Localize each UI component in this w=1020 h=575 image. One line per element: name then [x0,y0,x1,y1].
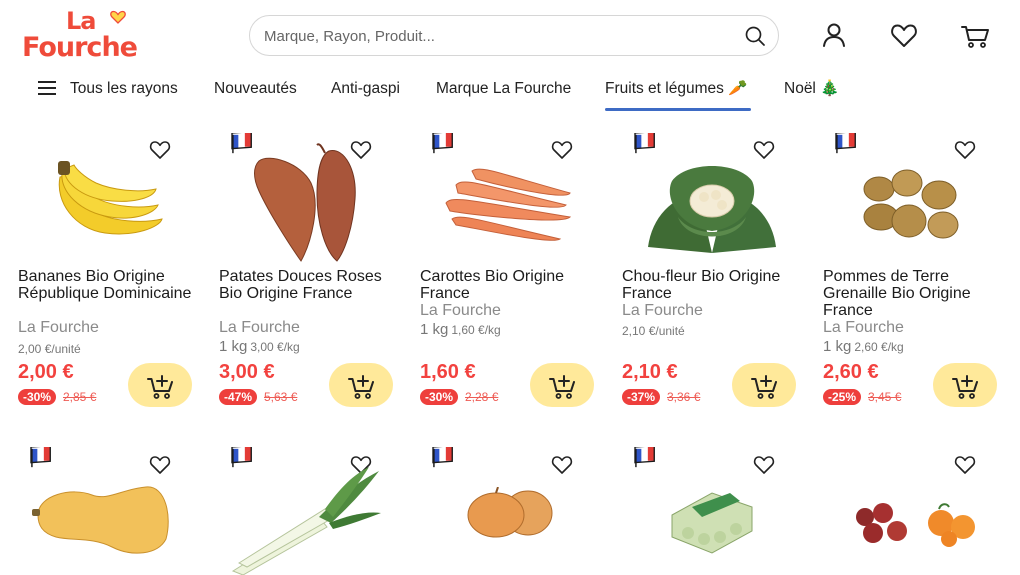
product-card-oeufs[interactable] [622,447,812,575]
product-brand: La Fourche [823,319,904,336]
add-to-cart-button[interactable] [530,363,594,407]
logo-line2: Fourche [22,32,138,63]
account-icon[interactable] [819,20,849,50]
france-flag-icon [634,133,655,154]
sweet-potato-image [254,143,356,262]
nav-all-departments[interactable]: Tous les rayons [70,78,178,100]
favorite-heart-icon[interactable] [953,138,977,162]
product-price: 2,60 € [823,361,879,383]
add-to-cart-button[interactable] [732,363,796,407]
product-card-oignons[interactable] [420,447,610,575]
france-flag-icon [231,447,252,468]
quantity-value: 1 kg [420,321,449,338]
category-nav: Tous les rayons Nouveautés Anti-gaspi Ma… [0,72,1020,112]
product-quantity: 1 kg 2,60 €/kg [823,338,904,355]
product-unit-price: 1,60 €/kg [451,323,501,337]
france-flag-icon [432,133,453,154]
onion-image [467,487,553,538]
product-price: 3,00 € [219,361,275,383]
potato-image [863,169,959,239]
product-card-carottes[interactable]: Carottes Bio Origine France La Fourche 1… [420,133,610,425]
favorites-heart-icon[interactable] [889,20,919,50]
favorite-heart-icon[interactable] [550,138,574,162]
product-brand: La Fourche [420,302,501,319]
product-unit-price: 2,60 €/kg [854,340,904,354]
add-to-cart-icon [147,375,173,399]
carrot-image [445,168,572,241]
product-name[interactable]: Pommes de Terre Grenaille Bio Origine Fr… [823,268,1008,319]
favorite-heart-icon[interactable] [148,453,172,477]
search-input[interactable] [264,24,734,48]
product-card-poireaux[interactable] [219,447,409,575]
product-card-pommes-de-terre[interactable]: Pommes de Terre Grenaille Bio Origine Fr… [823,133,1013,425]
discount-badge: -30% [420,389,459,405]
add-to-cart-icon [549,375,575,399]
favorite-heart-icon[interactable] [953,453,977,477]
product-quantity: 1 kg 1,60 €/kg [420,321,501,338]
logo-line1: La [66,7,96,35]
header: La Fourche [0,0,1020,70]
search-bar [249,15,779,56]
france-flag-icon [432,447,453,468]
quantity-value: 1 kg [823,338,852,355]
old-price: 5,63 € [264,390,298,404]
add-to-cart-icon [751,375,777,399]
add-to-cart-button[interactable] [128,363,192,407]
nav-item-noel[interactable]: Noël 🎄 [784,78,839,100]
leek-image [231,467,381,575]
nav-item-marque-la-fourche[interactable]: Marque La Fourche [436,78,571,100]
product-price: 2,00 € [18,361,74,383]
product-brand: La Fourche [18,319,99,336]
product-quantity: 1 kg 3,00 €/kg [219,338,300,355]
product-name[interactable]: Chou-fleur Bio Origine France [622,268,807,302]
discount-badge: -25% [823,389,862,405]
product-brand: La Fourche [622,302,703,319]
nav-item-nouveautes[interactable]: Nouveautés [214,78,297,100]
favorite-heart-icon[interactable] [752,453,776,477]
add-to-cart-button[interactable] [329,363,393,407]
add-to-cart-button[interactable] [933,363,997,407]
product-card-patates-douces[interactable]: Patates Douces Roses Bio Origine France … [219,133,409,425]
france-flag-icon [835,133,856,154]
old-price: 2,85 € [63,390,97,404]
discount-badge: -30% [18,389,57,405]
product-price: 1,60 € [420,361,476,383]
add-to-cart-icon [348,375,374,399]
nav-item-anti-gaspi[interactable]: Anti-gaspi [331,78,400,100]
egg-box-image [671,492,753,554]
cart-icon[interactable] [960,20,990,50]
product-unit-price: 3,00 €/kg [250,340,300,354]
butternut-squash-image [32,486,169,554]
product-card-chou-fleur[interactable]: Chou-fleur Bio Origine France La Fourche… [622,133,812,425]
apple-clementine-image [856,503,975,547]
product-unit-price: 2,10 €/unité [622,324,685,338]
product-price: 2,10 € [622,361,678,383]
discount-badge: -47% [219,389,258,405]
product-brand: La Fourche [219,319,300,336]
search-icon[interactable] [744,25,766,47]
add-to-cart-icon [952,375,978,399]
product-card-pommes-clementines[interactable] [823,447,1013,575]
banana-image [58,161,163,235]
logo-heart-icon [110,10,126,24]
nav-item-fruits-legumes[interactable]: Fruits et légumes 🥕 [605,78,752,111]
product-name[interactable]: Patates Douces Roses Bio Origine France [219,268,404,302]
cauliflower-image [648,166,776,253]
france-flag-icon [634,447,655,468]
old-price: 2,28 € [465,390,499,404]
la-fourche-logo[interactable]: La Fourche [22,8,147,64]
product-unit-price: 2,00 €/unité [18,342,81,356]
discount-badge: -37% [622,389,661,405]
favorite-heart-icon[interactable] [550,453,574,477]
old-price: 3,45 € [868,390,902,404]
product-name[interactable]: Bananes Bio Origine République Dominicai… [18,268,203,302]
old-price: 3,36 € [667,390,701,404]
product-name[interactable]: Carottes Bio Origine France [420,268,605,302]
product-card-butternut[interactable] [18,447,208,575]
quantity-value: 1 kg [219,338,248,355]
france-flag-icon [30,447,51,468]
menu-hamburger-icon[interactable] [38,80,56,96]
product-card-bananes[interactable]: Bananes Bio Origine République Dominicai… [18,135,208,425]
